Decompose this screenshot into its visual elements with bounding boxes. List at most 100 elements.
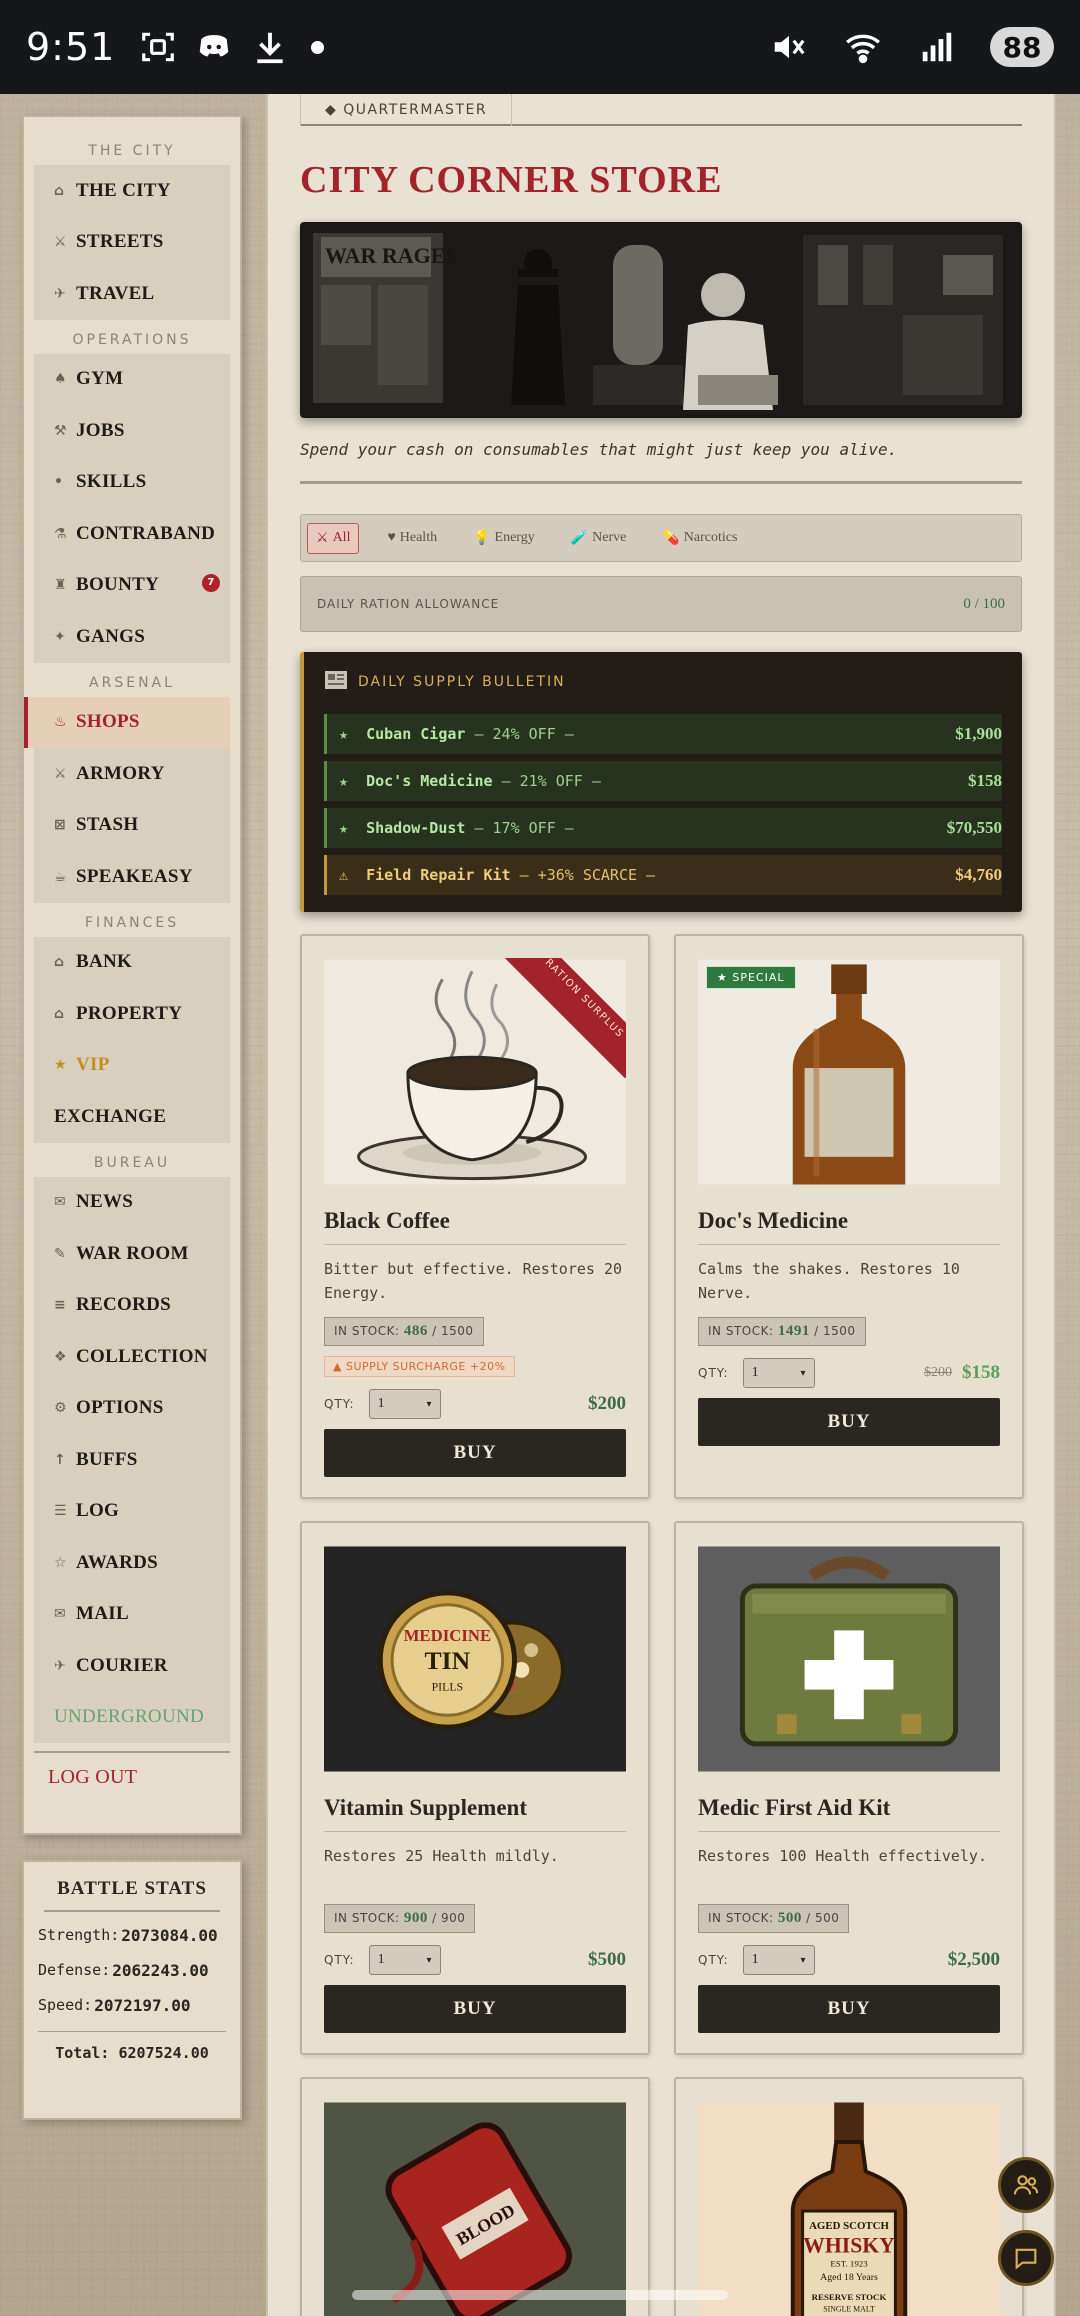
sidebar-item-the-city[interactable]: ⌂ THE CITY: [34, 165, 230, 217]
quantity-select[interactable]: 1 ▾: [368, 1945, 441, 1975]
sidebar-item-vip[interactable]: ★ VIP: [34, 1040, 230, 1092]
sidebar-item-underground[interactable]: UNDERGROUND: [34, 1692, 230, 1744]
sidebar-item-label: GYM: [76, 368, 124, 390]
product-card: Medic First Aid Kit Restores 100 Health …: [674, 1521, 1024, 2055]
bulletin-row: ⚠ Field Repair Kit — +36% SCARCE — $4,76…: [324, 855, 1002, 895]
filter-icon: ⚔: [316, 530, 329, 546]
hero-sign-text: WAR RAGES: [325, 243, 458, 268]
bulletin-row: ★ Doc's Medicine — 21% OFF — $158: [324, 761, 1002, 801]
filter-energy[interactable]: 💡 Energy: [465, 524, 543, 553]
sidebar-item-speakeasy[interactable]: ☕ SPEAKEASY: [34, 851, 230, 903]
bulletin-price: $70,550: [946, 818, 1002, 837]
sidebar-item-icon: ☕: [54, 868, 67, 885]
svg-text:TIN: TIN: [425, 1646, 471, 1675]
sidebar-item-records[interactable]: ≡ RECORDS: [34, 1280, 230, 1332]
product-price: $200: [588, 1393, 626, 1414]
bulletin-item-name: Doc's Medicine: [366, 772, 493, 790]
sidebar-item-label: NEWS: [76, 1191, 134, 1213]
sidebar-item-gangs[interactable]: ✦ GANGS: [34, 611, 230, 663]
sidebar-item-awards[interactable]: ☆ AWARDS: [34, 1537, 230, 1589]
sidebar-item-label: ARMORY: [76, 762, 165, 784]
buy-button[interactable]: BUY: [698, 1398, 1000, 1446]
chevron-down-icon: ▾: [426, 1954, 432, 1966]
product-price: $2,500: [947, 1949, 1000, 1970]
sidebar-item-label: EXCHANGE: [54, 1105, 167, 1127]
quantity-select[interactable]: 1 ▾: [742, 1358, 815, 1388]
sidebar-item-label: VIP: [76, 1054, 110, 1076]
sidebar-item-mail[interactable]: ✉ MAIL: [34, 1589, 230, 1641]
sidebar-item-streets[interactable]: ⚔ STREETS: [34, 217, 230, 269]
sidebar-item-icon: ⌂: [54, 182, 65, 199]
sidebar-item-icon: ⚗: [54, 525, 67, 542]
sidebar-item-label: TRAVEL: [76, 282, 155, 304]
product-name: Doc's Medicine: [698, 1208, 1000, 1245]
sidebar-item-gym[interactable]: ♠ GYM: [34, 354, 230, 406]
sidebar-item-collection[interactable]: ❖ COLLECTION: [34, 1331, 230, 1383]
sidebar-item-war-room[interactable]: ✎ WAR ROOM: [34, 1228, 230, 1280]
sidebar-item-icon: ♨: [54, 714, 67, 731]
sidebar-item-stash[interactable]: ⊠ STASH: [34, 800, 230, 852]
sidebar-item-courier[interactable]: ✈ COURIER: [34, 1640, 230, 1692]
sidebar-item-label: BANK: [76, 951, 133, 973]
sidebar-item-label: WAR ROOM: [76, 1242, 189, 1264]
svg-text:RESERVE STOCK: RESERVE STOCK: [812, 2292, 887, 2302]
sidebar-item-armory[interactable]: ⚔ ARMORY: [34, 748, 230, 800]
buy-button[interactable]: BUY: [324, 1429, 626, 1477]
quantity-select[interactable]: 1 ▾: [742, 1945, 815, 1975]
sidebar-item-options[interactable]: ⚙ OPTIONS: [34, 1383, 230, 1435]
sidebar-item-shops[interactable]: ♨ SHOPS: [24, 696, 230, 748]
signal-icon: [916, 26, 958, 68]
stock-indicator: IN STOCK: 500 / 500: [698, 1904, 850, 1933]
sidebar-group: ⌂ THE CITY ⚔ STREETS ✈ TRAVEL: [34, 165, 230, 320]
sidebar-item-icon: ≡: [54, 1297, 67, 1314]
bulletin-price: $158: [968, 771, 1002, 790]
sidebar-nav: THE CITY ⌂ THE CITY ⚔ STREETS ✈ TRAVEL OPERATIO…: [22, 115, 242, 1835]
ration-label: DAILY RATION ALLOWANCE: [317, 597, 500, 611]
sidebar-item-contraband[interactable]: ⚗ CONTRABAND: [34, 508, 230, 560]
sidebar-item-news[interactable]: ✉ NEWS: [34, 1177, 230, 1229]
tab-bar: ◆ QUARTERMASTER: [300, 94, 1022, 126]
logout-button[interactable]: LOG OUT: [34, 1751, 230, 1803]
buy-button[interactable]: BUY: [324, 1985, 626, 2033]
sidebar-item-exchange[interactable]: EXCHANGE: [34, 1091, 230, 1143]
sidebar-item-icon: ⊠: [54, 817, 67, 834]
sidebar-group: ⌂ BANK ⌂ PROPERTY ★ VIP EXCHANGE: [34, 936, 230, 1143]
filter-label: Narcotics: [683, 530, 738, 545]
svg-text:WHISKY: WHISKY: [803, 2234, 895, 2258]
sidebar-item-jobs[interactable]: ⚒ JOBS: [34, 405, 230, 457]
chat-button[interactable]: [998, 2230, 1054, 2286]
sidebar-item-icon: ⚒: [54, 422, 67, 439]
sidebar-item-travel[interactable]: ✈ TRAVEL: [34, 268, 230, 320]
product-name: Vitamin Supplement: [324, 1795, 626, 1832]
people-icon: [1013, 2175, 1039, 2195]
qty-label: QTY:: [698, 1953, 729, 1967]
product-image: [698, 1545, 1000, 1773]
tab-quartermaster[interactable]: ◆ QUARTERMASTER: [300, 94, 513, 126]
product-price: $500: [588, 1949, 626, 1970]
friends-button[interactable]: [998, 2157, 1054, 2213]
sidebar-item-log[interactable]: ☰ LOG: [34, 1486, 230, 1538]
sidebar-item-property[interactable]: ⌂ PROPERTY: [34, 988, 230, 1040]
sidebar-item-label: PROPERTY: [76, 1002, 183, 1024]
sidebar-section-title: THE CITY: [88, 143, 176, 159]
quantity-select[interactable]: 1 ▾: [368, 1389, 441, 1419]
main-content: ◆ QUARTERMASTER CITY CORNER STORE WAR RA…: [266, 94, 1056, 2316]
filter-narcotics[interactable]: 💊 Narcotics: [654, 524, 745, 553]
filter-nerve[interactable]: 🧪 Nerve: [563, 524, 635, 553]
filter-icon: ♥: [387, 530, 396, 545]
bulletin-note: — 17% OFF —: [474, 819, 574, 837]
sidebar-item-skills[interactable]: • SKILLS: [34, 457, 230, 509]
bulletin-row: ★ Cuban Cigar — 24% OFF — $1,900: [324, 714, 1002, 754]
sidebar-item-label: COLLECTION: [76, 1345, 208, 1367]
sidebar-item-bank[interactable]: ⌂ BANK: [34, 937, 230, 989]
sidebar-item-buffs[interactable]: ↑ BUFFS: [34, 1434, 230, 1486]
sidebar-item-label: BUFFS: [76, 1448, 138, 1470]
bulletin-note: — +36% SCARCE —: [519, 866, 656, 884]
sidebar-item-bounty[interactable]: ♜ BOUNTY 7: [34, 560, 230, 612]
buy-button[interactable]: BUY: [698, 1985, 1000, 2033]
screenshot-icon: [137, 26, 179, 68]
filter-all[interactable]: ⚔ All: [307, 522, 360, 554]
filter-health[interactable]: ♥ Health: [379, 524, 445, 552]
sale-price: $158: [962, 1362, 1000, 1383]
purchase-row: QTY: 1 ▾ $500: [324, 1945, 626, 1975]
